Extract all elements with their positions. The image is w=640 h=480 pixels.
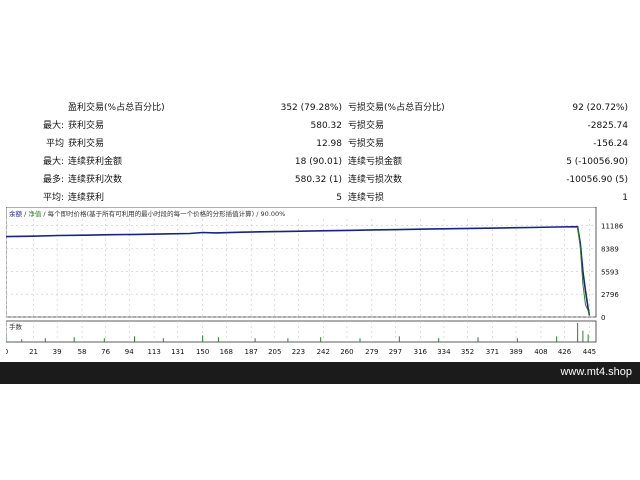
x-tick-label: 94 [125, 348, 134, 356]
stat-prefix: 最大: [42, 121, 64, 131]
x-tick-label: 223 [292, 348, 305, 356]
x-tick-label: 39 [53, 348, 62, 356]
y-tick-label: 0 [601, 314, 605, 322]
stat-label-left: 连续获利 [68, 193, 105, 203]
x-tick-label: 445 [583, 348, 596, 356]
stat-value-left: 12.98 [316, 139, 342, 149]
stat-value-right: 1 [622, 193, 628, 203]
header-description: / 每个即时价格(基于所有可利用的最小时段的每一个价格的分形插值计算) / 90… [41, 209, 285, 218]
x-tick-label: 371 [486, 348, 499, 356]
x-tick-label: 58 [78, 348, 87, 356]
y-tick-label: 11186 [601, 223, 624, 231]
stat-value-left: 18 (90.01) [294, 157, 342, 167]
stat-value-right: -156.24 [593, 139, 628, 149]
stat-label-right: 连续亏损次数 [348, 175, 403, 185]
volume-label: 手数 [9, 322, 23, 331]
stat-label-left: 获利交易 [68, 139, 105, 149]
x-tick-label: 131 [171, 348, 184, 356]
x-tick-label: 352 [461, 348, 474, 356]
x-tick-label: 21 [29, 348, 38, 356]
x-tick-label: 297 [389, 348, 402, 356]
header-balance: 余额 [9, 209, 23, 218]
x-tick-label: 205 [268, 348, 281, 356]
x-tick-label: 408 [534, 348, 547, 356]
header-equity: 净值 [28, 209, 42, 218]
y-tick-label: 5593 [601, 268, 619, 276]
stat-value-left: 5 [336, 193, 342, 203]
watermark: www.mt4.shop [560, 366, 632, 378]
x-tick-label: 168 [220, 348, 233, 356]
stat-label-right: 连续亏损 [348, 193, 385, 203]
stat-label-right: 亏损交易 [348, 121, 385, 131]
chart-svg: 0 2796 5593 8389 11186 0 21 39 58 76 94 113 131 150 16… [4, 206, 624, 356]
stat-value-right: -10056.90 (5) [566, 175, 628, 185]
stat-label-left: 连续获利金额 [68, 157, 123, 167]
x-tick-label: 426 [558, 348, 572, 356]
volume-panel-frame [5, 320, 597, 343]
stat-label-left: 盈利交易(%占总百分比) [68, 103, 165, 113]
y-tick-label: 8389 [601, 245, 619, 253]
main-panel-frame [5, 206, 597, 318]
stat-value-left: 352 (79.28%) [280, 103, 342, 113]
x-tick-label: 150 [196, 348, 209, 356]
stats-panel: 盈利交易(%占总百分比) 352 (79.28%) 亏损交易(%占总百分比) 92 (… [0, 98, 640, 210]
stat-label-right: 亏损交易(%占总百分比) [348, 103, 445, 113]
stat-label-left: 获利交易 [68, 121, 105, 131]
chart-header: 余额 / 净值 / 每个即时价格(基于所有可利用的最小时段的每一个价格的分形插值… [9, 209, 285, 218]
stat-value-right: 92 (20.72%) [572, 103, 628, 113]
stat-value-left: 580.32 [310, 121, 343, 131]
x-tick-label: 334 [437, 348, 451, 356]
x-tick-label: 76 [101, 348, 110, 356]
y-tick-label: 2796 [601, 291, 619, 299]
stat-label-left: 连续获利次数 [68, 175, 123, 185]
x-tick-label: 279 [365, 348, 378, 356]
stat-value-right: 5 (-10056.90) [566, 157, 628, 167]
stat-value-left: 580.32 (1) [294, 175, 342, 185]
x-tick-label: 316 [414, 348, 428, 356]
x-tick-label: 0 [6, 348, 8, 356]
x-tick-label: 389 [509, 348, 522, 356]
x-tick-label: 187 [244, 348, 257, 356]
stat-prefix: 平均 [45, 139, 64, 149]
stat-prefix: 平均: [42, 193, 64, 203]
stat-label-right: 亏损交易 [348, 139, 385, 149]
x-tick-label: 242 [317, 348, 330, 356]
stat-prefix: 最多: [42, 175, 64, 185]
balance-chart: 0 2796 5593 8389 11186 0 21 39 58 76 94 113 131 150 16… [4, 206, 636, 357]
stat-value-right: -2825.74 [587, 121, 628, 131]
stat-label-right: 连续亏损金额 [348, 157, 403, 167]
bottom-bar: www.mt4.shop [0, 362, 640, 384]
stat-prefix: 最大: [42, 157, 64, 167]
x-tick-label: 113 [147, 348, 160, 356]
x-tick-label: 260 [340, 348, 353, 356]
